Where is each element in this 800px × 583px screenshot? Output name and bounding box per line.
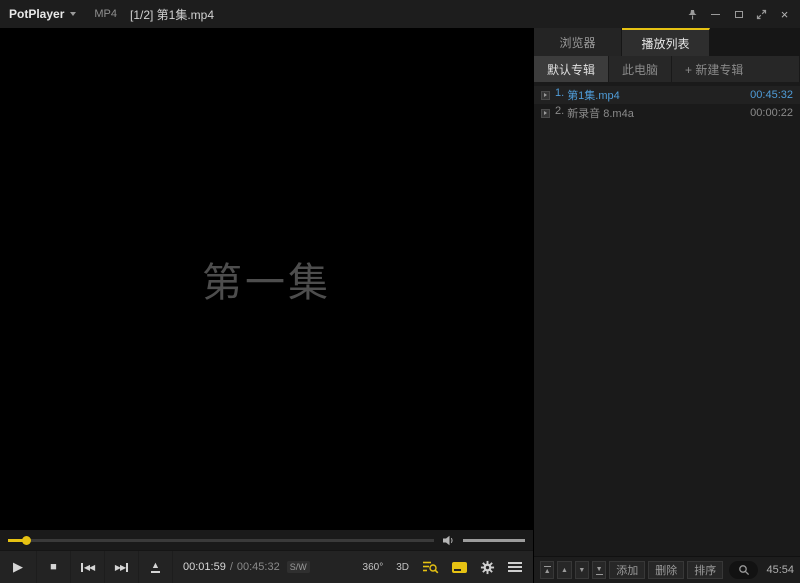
tab-browser[interactable]: 浏览器 bbox=[534, 28, 622, 56]
seek-knob[interactable] bbox=[22, 536, 31, 545]
next-button[interactable]: ▶▶ bbox=[105, 551, 139, 583]
video-area[interactable]: 第一集 bbox=[0, 28, 533, 530]
app-menu-button[interactable]: PotPlayer bbox=[0, 0, 84, 28]
next-icon: ▶▶ bbox=[115, 563, 128, 572]
move-top-icon: ▲ bbox=[544, 566, 551, 575]
seek-row bbox=[0, 530, 533, 550]
volume-slider[interactable] bbox=[463, 539, 525, 542]
add-button[interactable]: 添加 bbox=[609, 561, 645, 579]
playlist-item-1[interactable]: 1. 第1集.mp4 00:45:32 bbox=[534, 86, 800, 104]
sidebar-tabs: 浏览器 播放列表 bbox=[534, 28, 800, 56]
media-file-icon bbox=[541, 109, 550, 118]
decoder-badge: S/W bbox=[287, 561, 310, 573]
chevron-down-icon bbox=[70, 12, 76, 16]
seek-bar[interactable] bbox=[8, 539, 434, 542]
time-display: 00:01:59 / 00:45:32 S/W bbox=[183, 551, 310, 583]
playlist-footer: ▲ ▲ ▼ ▼ 添加 删除 排序 45:54 bbox=[534, 556, 800, 583]
main-area: 第一集 ▶ ■ ◀◀ bbox=[0, 28, 800, 583]
move-down-icon: ▼ bbox=[578, 567, 585, 574]
stop-icon: ■ bbox=[50, 561, 57, 573]
album-tab-new-label: + 新建专辑 bbox=[685, 61, 743, 78]
album-tabs: 默认专辑 此电脑 + 新建专辑 bbox=[534, 56, 800, 82]
sort-button[interactable]: 排序 bbox=[687, 561, 723, 579]
window-controls: × bbox=[681, 0, 800, 28]
potplayer-window: PotPlayer MP4 [1/2] 第1集.mp4 × 第一集 bbox=[0, 0, 800, 583]
seek-progress bbox=[8, 539, 27, 542]
close-icon[interactable]: × bbox=[773, 0, 796, 28]
playlist-item-name: 第1集.mp4 bbox=[567, 87, 620, 103]
playlist-item-duration: 00:45:32 bbox=[750, 89, 793, 101]
playlist-search-button[interactable] bbox=[729, 561, 758, 579]
total-time: 00:45:32 bbox=[237, 561, 280, 573]
sidebar: 浏览器 播放列表 默认专辑 此电脑 + 新建专辑 1. 第1集.mp4 00:4… bbox=[533, 28, 800, 583]
playlist-search-icon[interactable] bbox=[422, 560, 439, 574]
open-media-button[interactable]: ▲ bbox=[139, 551, 173, 583]
app-title: PotPlayer bbox=[9, 7, 64, 21]
titlebar: PotPlayer MP4 [1/2] 第1集.mp4 × bbox=[0, 0, 800, 28]
eject-icon: ▲ bbox=[151, 561, 160, 573]
format-badge: MP4 bbox=[94, 8, 117, 20]
playlist-item-index: 2. bbox=[555, 105, 564, 121]
album-tab-this-pc-label: 此电脑 bbox=[622, 61, 658, 78]
tab-playlist-label: 播放列表 bbox=[641, 35, 689, 52]
time-divider: / bbox=[230, 561, 233, 573]
maximize-icon[interactable] bbox=[727, 0, 750, 28]
pin-icon[interactable] bbox=[681, 0, 704, 28]
control-bar: ▶ ■ ◀◀ ▶▶ ▲ 00:01:59 / 00:45:32 S/W 360° bbox=[0, 550, 533, 583]
move-bottom-button[interactable]: ▼ bbox=[592, 561, 606, 579]
player-column: 第一集 ▶ ■ ◀◀ bbox=[0, 28, 533, 583]
tab-browser-label: 浏览器 bbox=[559, 34, 595, 51]
minimize-icon[interactable] bbox=[704, 0, 727, 28]
album-tab-default-label: 默认专辑 bbox=[547, 61, 595, 78]
move-down-button[interactable]: ▼ bbox=[575, 561, 589, 579]
delete-button[interactable]: 删除 bbox=[648, 561, 684, 579]
playlist-total-time: 45:54 bbox=[766, 564, 794, 576]
settings-gear-icon[interactable] bbox=[480, 560, 495, 575]
previous-icon: ◀◀ bbox=[81, 563, 94, 572]
fullscreen-icon[interactable] bbox=[750, 0, 773, 28]
volume-icon[interactable] bbox=[442, 535, 455, 546]
play-icon: ▶ bbox=[13, 559, 23, 575]
play-button[interactable]: ▶ bbox=[0, 551, 37, 583]
album-tab-new[interactable]: + 新建专辑 bbox=[672, 56, 800, 82]
album-tab-this-pc[interactable]: 此电脑 bbox=[609, 56, 672, 82]
subtitle-icon[interactable] bbox=[452, 562, 467, 573]
media-file-icon bbox=[541, 91, 550, 100]
media-title: [1/2] 第1集.mp4 bbox=[130, 6, 214, 23]
stop-button[interactable]: ■ bbox=[37, 551, 71, 583]
move-up-icon: ▲ bbox=[561, 567, 568, 574]
tab-playlist[interactable]: 播放列表 bbox=[622, 28, 710, 56]
menu-icon[interactable] bbox=[508, 562, 522, 572]
move-bottom-icon: ▼ bbox=[596, 566, 603, 575]
playlist-item-duration: 00:00:22 bbox=[750, 107, 793, 119]
three-d-button[interactable]: 3D bbox=[396, 562, 409, 573]
move-top-button[interactable]: ▲ bbox=[540, 561, 554, 579]
playlist-item-name: 新录音 8.m4a bbox=[567, 105, 634, 121]
search-icon bbox=[738, 564, 750, 576]
vr-360-button[interactable]: 360° bbox=[363, 562, 384, 573]
previous-button[interactable]: ◀◀ bbox=[71, 551, 105, 583]
playlist: 1. 第1集.mp4 00:45:32 2. 新录音 8.m4a 00:00:2… bbox=[534, 82, 800, 556]
playlist-item-2[interactable]: 2. 新录音 8.m4a 00:00:22 bbox=[534, 104, 800, 122]
playlist-item-index: 1. bbox=[555, 87, 564, 103]
album-tab-default[interactable]: 默认专辑 bbox=[534, 56, 609, 82]
current-time: 00:01:59 bbox=[183, 561, 226, 573]
volume-level bbox=[463, 539, 525, 542]
move-up-button[interactable]: ▲ bbox=[557, 561, 571, 579]
video-overlay-text: 第一集 bbox=[202, 250, 331, 308]
control-bar-right: 360° 3D bbox=[363, 551, 533, 583]
